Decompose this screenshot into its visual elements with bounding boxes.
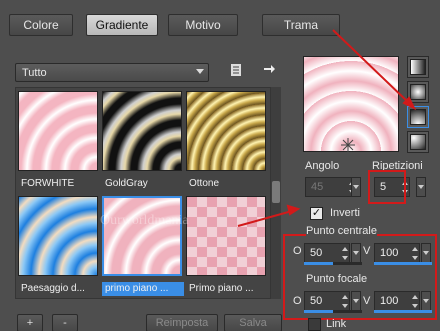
annotation-arrows [237, 29, 417, 227]
